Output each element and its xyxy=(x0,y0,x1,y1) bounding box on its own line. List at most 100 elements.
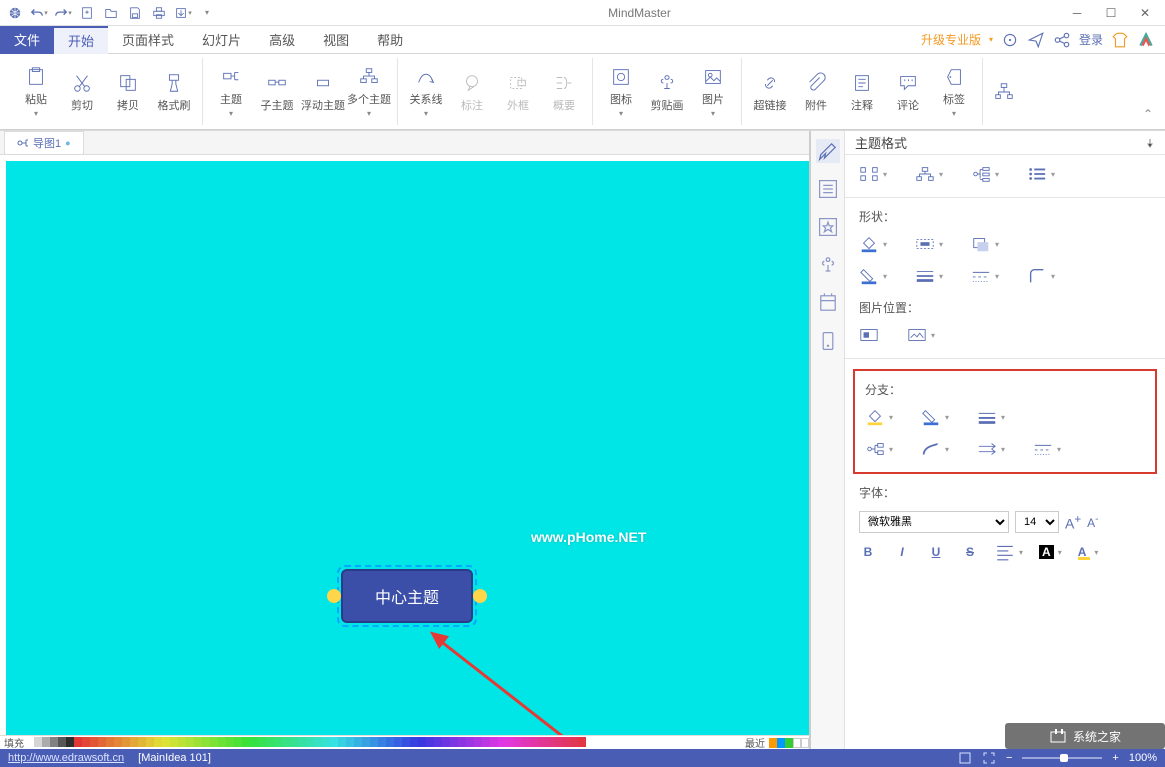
palette-swatch[interactable] xyxy=(82,737,90,747)
fill-color-icon[interactable]: ▾ xyxy=(859,235,887,253)
branch-fill-icon[interactable]: ▾ xyxy=(865,408,893,426)
palette-swatch[interactable] xyxy=(114,737,122,747)
recent-swatch[interactable] xyxy=(785,738,793,748)
palette-swatch[interactable] xyxy=(66,737,74,747)
corner-icon[interactable]: ▾ xyxy=(1027,267,1055,285)
imgpos-1-icon[interactable] xyxy=(859,326,879,344)
palette-swatch[interactable] xyxy=(546,737,554,747)
palette-swatch[interactable] xyxy=(250,737,258,747)
palette-swatch[interactable] xyxy=(274,737,282,747)
palette-swatch[interactable] xyxy=(186,737,194,747)
palette-swatch[interactable] xyxy=(346,737,354,747)
border-dash-icon[interactable]: ▾ xyxy=(971,267,999,285)
palette-swatch[interactable] xyxy=(386,737,394,747)
palette-swatch[interactable] xyxy=(354,737,362,747)
branch-dash-icon[interactable]: ▾ xyxy=(1033,440,1061,458)
qat-new-icon[interactable] xyxy=(76,2,98,24)
palette-swatch[interactable] xyxy=(362,737,370,747)
palette-swatch[interactable] xyxy=(506,737,514,747)
login-link[interactable]: 登录 xyxy=(1079,31,1103,48)
recent-swatch[interactable] xyxy=(801,738,809,748)
palette-swatch[interactable] xyxy=(210,737,218,747)
palette-swatch[interactable] xyxy=(482,737,490,747)
shadow-icon[interactable]: ▾ xyxy=(971,235,999,253)
italic-button[interactable]: I xyxy=(893,545,911,559)
qat-customize-dropdown[interactable]: ▾ xyxy=(196,2,218,24)
palette-swatch[interactable] xyxy=(418,737,426,747)
layout-list-icon[interactable]: ▾ xyxy=(1027,165,1055,183)
bold-button[interactable]: B xyxy=(859,545,877,559)
palette-swatch[interactable] xyxy=(226,737,234,747)
cut-button[interactable]: 剪切 xyxy=(60,58,104,125)
border-color-icon[interactable]: ▾ xyxy=(859,267,887,285)
recent-swatch[interactable] xyxy=(793,738,801,748)
palette-swatch[interactable] xyxy=(58,737,66,747)
palette-swatch[interactable] xyxy=(570,737,578,747)
palette-swatch[interactable] xyxy=(194,737,202,747)
target-icon[interactable] xyxy=(1001,31,1019,49)
palette-swatch[interactable] xyxy=(266,737,274,747)
palette-swatch[interactable] xyxy=(306,737,314,747)
palette-swatch[interactable] xyxy=(258,737,266,747)
imgpos-2-icon[interactable]: ▾ xyxy=(907,326,935,344)
palette-swatch[interactable] xyxy=(442,737,450,747)
palette-swatch[interactable] xyxy=(202,737,210,747)
qat-export-icon[interactable]: ▾ xyxy=(172,2,194,24)
floattopic-button[interactable]: 浮动主题 xyxy=(301,58,345,125)
branch-weight-icon[interactable]: ▾ xyxy=(977,408,1005,426)
pin-icon[interactable] xyxy=(1145,138,1155,148)
menu-slideshow[interactable]: 幻灯片 xyxy=(188,26,255,54)
palette-swatch[interactable] xyxy=(34,737,42,747)
zoom-out-button[interactable]: − xyxy=(1006,752,1012,764)
attachment-button[interactable]: 附件 xyxy=(794,58,838,125)
palette-swatch[interactable] xyxy=(122,737,130,747)
palette-swatch[interactable] xyxy=(434,737,442,747)
sidetab-task-icon[interactable] xyxy=(816,291,840,315)
layout-tree-icon[interactable]: ▾ xyxy=(971,165,999,183)
border-weight-icon[interactable]: ▾ xyxy=(915,267,943,285)
palette-swatch[interactable] xyxy=(26,737,34,747)
palette-swatch[interactable] xyxy=(562,737,570,747)
sidetab-outline-icon[interactable] xyxy=(816,177,840,201)
strike-button[interactable]: S xyxy=(961,545,979,559)
palette-swatch[interactable] xyxy=(370,737,378,747)
status-fullscreen-icon[interactable] xyxy=(982,751,996,765)
palette-swatch[interactable] xyxy=(474,737,482,747)
formatpainter-button[interactable]: 格式刷 xyxy=(152,58,196,125)
palette-swatch[interactable] xyxy=(458,737,466,747)
palette-swatch[interactable] xyxy=(130,737,138,747)
doc-tab-1[interactable]: 导图1 ● xyxy=(4,131,84,154)
comment-button[interactable]: 评论 xyxy=(886,58,930,125)
palette-swatch[interactable] xyxy=(450,737,458,747)
zoom-in-button[interactable]: + xyxy=(1112,752,1118,764)
picture-button[interactable]: 图片▾ xyxy=(691,58,735,125)
hyperlink-button[interactable]: 超链接 xyxy=(748,58,792,125)
palette-swatch[interactable] xyxy=(578,737,586,747)
palette-swatch[interactable] xyxy=(290,737,298,747)
sidetab-clipart-icon[interactable] xyxy=(816,253,840,277)
palette-swatch[interactable] xyxy=(490,737,498,747)
menu-start[interactable]: 开始 xyxy=(54,26,108,54)
palette-swatch[interactable] xyxy=(178,737,186,747)
palette-swatch[interactable] xyxy=(74,737,82,747)
branch-curve-icon[interactable]: ▾ xyxy=(921,440,949,458)
palette-swatch[interactable] xyxy=(522,737,530,747)
font-shrink-button[interactable]: A- xyxy=(1087,514,1098,530)
palette-swatch[interactable] xyxy=(242,737,250,747)
palette-swatch[interactable] xyxy=(154,737,162,747)
subtopic-button[interactable]: 子主题 xyxy=(255,58,299,125)
orgchart-button[interactable] xyxy=(989,58,1019,125)
palette-swatch[interactable] xyxy=(298,737,306,747)
palette-swatch[interactable] xyxy=(410,737,418,747)
palette-swatch[interactable] xyxy=(218,737,226,747)
status-page-icon[interactable] xyxy=(958,751,972,765)
branch-line-color-icon[interactable]: ▾ xyxy=(921,408,949,426)
recent-swatch[interactable] xyxy=(769,738,777,748)
palette-swatch[interactable] xyxy=(394,737,402,747)
ribbon-collapse-icon[interactable]: ⌃ xyxy=(1139,103,1157,125)
shape-style-icon[interactable]: ▾ xyxy=(915,235,943,253)
palette-swatch[interactable] xyxy=(498,737,506,747)
close-button[interactable]: ✕ xyxy=(1129,2,1161,24)
palette-swatch[interactable] xyxy=(554,737,562,747)
layout-radial-icon[interactable]: ▾ xyxy=(859,165,887,183)
